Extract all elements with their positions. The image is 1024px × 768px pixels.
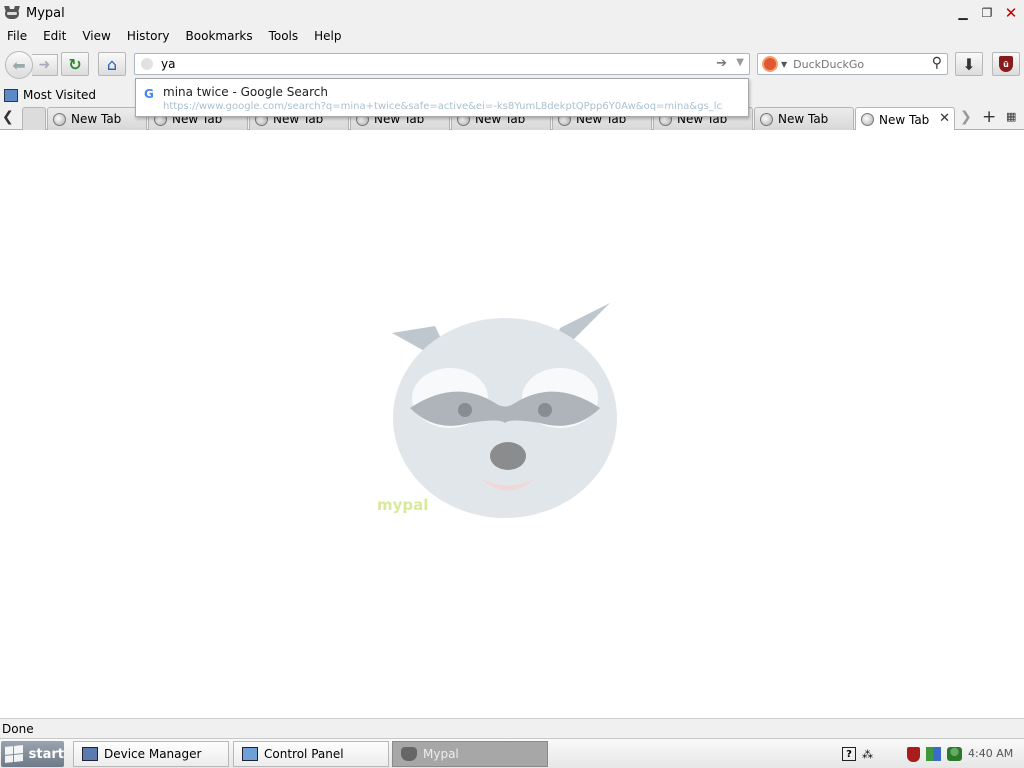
duckduckgo-icon[interactable] — [762, 56, 778, 72]
task-mypal[interactable]: Mypal — [392, 741, 548, 767]
site-identity-icon — [141, 58, 153, 70]
search-bar[interactable]: ▼ ⚲ — [757, 53, 948, 75]
restore-button[interactable]: ❐ — [976, 3, 998, 23]
task-label: Device Manager — [104, 747, 202, 761]
new-tab-plus-icon[interactable]: + — [982, 107, 1000, 127]
tab[interactable]: New Tab — [754, 107, 854, 130]
most-visited-folder-icon — [4, 88, 18, 102]
bookmark-most-visited[interactable]: Most Visited — [23, 88, 96, 102]
download-arrow-icon: ⬇ — [962, 54, 976, 74]
clock[interactable]: 4:40 AM — [968, 747, 1013, 760]
title-bar: Mypal ▁ ❐ ✕ — [0, 0, 1024, 26]
back-button[interactable]: ⬅ — [5, 51, 33, 79]
ublock-button[interactable]: ū — [992, 52, 1020, 76]
minimize-button[interactable]: ▁ — [952, 3, 974, 23]
google-g-icon: G — [144, 87, 154, 101]
search-input[interactable] — [793, 57, 914, 71]
autocomplete-url: https://www.google.com/search?q=mina+twi… — [163, 101, 723, 112]
globe-icon — [53, 112, 66, 126]
forward-button[interactable]: ➜ — [32, 54, 58, 76]
page-content: mypal — [0, 130, 1024, 718]
tab[interactable]: New Tab — [47, 107, 147, 130]
close-window-button[interactable]: ✕ — [1000, 3, 1022, 23]
mypal-raccoon-icon — [4, 6, 20, 20]
tab-label: New Tab — [879, 112, 930, 127]
mypal-raccoon-icon — [401, 747, 417, 761]
url-history-dropdown-icon[interactable]: ▼ — [736, 57, 744, 68]
menu-help[interactable]: Help — [306, 29, 349, 43]
menu-bar: File Edit View History Bookmarks Tools H… — [0, 26, 1024, 46]
magnifier-icon[interactable]: ⚲ — [932, 55, 942, 71]
tab-label: New Tab — [71, 112, 122, 126]
go-arrow-icon[interactable]: ➔ — [716, 56, 727, 71]
start-label: start — [28, 746, 64, 762]
tab-scroll-left-icon[interactable]: ❮ — [2, 109, 18, 127]
status-text: Done — [2, 721, 34, 736]
globe-icon — [760, 112, 773, 126]
globe-icon — [861, 113, 874, 126]
start-button[interactable]: start — [1, 741, 64, 767]
url-bar[interactable]: ➔ ▼ — [134, 53, 750, 75]
forward-arrow-icon: ➜ — [38, 57, 51, 73]
home-button[interactable]: ⌂ — [98, 52, 126, 76]
mypal-raccoon-logo — [392, 303, 617, 518]
home-icon: ⌂ — [106, 54, 118, 74]
autocomplete-title: mina twice - Google Search — [163, 85, 328, 99]
windows-flag-icon — [5, 745, 23, 763]
back-arrow-icon: ⬅ — [12, 55, 26, 75]
url-input[interactable] — [161, 57, 681, 71]
ublock-shield-icon: ū — [999, 56, 1013, 72]
menu-view[interactable]: View — [74, 29, 118, 43]
computer-icon — [82, 747, 98, 761]
windows-update-icon[interactable] — [926, 747, 941, 761]
user-accounts-icon[interactable] — [947, 747, 962, 761]
tab-stub[interactable] — [22, 107, 46, 130]
status-bar: Done — [0, 718, 1024, 738]
task-label: Control Panel — [264, 747, 344, 761]
menu-history[interactable]: History — [119, 29, 178, 43]
tab-groups-icon[interactable]: ▦ — [1006, 110, 1020, 124]
system-tray: ? ⁂ — [842, 743, 962, 765]
task-control-panel[interactable]: Control Panel — [233, 741, 389, 767]
reload-button[interactable]: ↻ — [61, 52, 89, 76]
window-title: Mypal — [26, 5, 65, 21]
reload-icon: ↻ — [68, 54, 82, 74]
network-icon[interactable]: ⁂ — [862, 748, 873, 761]
menu-tools[interactable]: Tools — [261, 29, 307, 43]
tab-active[interactable]: New Tab ✕ — [855, 107, 955, 131]
tab-close-icon[interactable]: ✕ — [939, 111, 950, 126]
taskbar: start Device Manager Control Panel Mypal… — [0, 738, 1024, 768]
task-label: Mypal — [423, 747, 459, 761]
menu-bookmarks[interactable]: Bookmarks — [178, 29, 261, 43]
downloads-button[interactable]: ⬇ — [955, 52, 983, 76]
task-device-manager[interactable]: Device Manager — [73, 741, 229, 767]
help-icon[interactable]: ? — [842, 747, 856, 761]
control-panel-icon — [242, 747, 258, 761]
navigation-toolbar: ➜ ⬅ ↻ ⌂ ➔ ▼ ▼ ⚲ ⬇ ū — [0, 48, 1024, 82]
menu-file[interactable]: File — [0, 29, 35, 43]
engine-dropdown-icon[interactable]: ▼ — [781, 60, 787, 69]
menu-edit[interactable]: Edit — [35, 29, 74, 43]
mypal-watermark: mypal — [377, 496, 429, 514]
url-autocomplete-popup: G mina twice - Google Search https://www… — [135, 78, 749, 117]
tab-scroll-right-icon[interactable]: ❯ — [960, 109, 976, 127]
security-shield-icon[interactable] — [907, 746, 920, 762]
tab-label: New Tab — [778, 112, 829, 126]
